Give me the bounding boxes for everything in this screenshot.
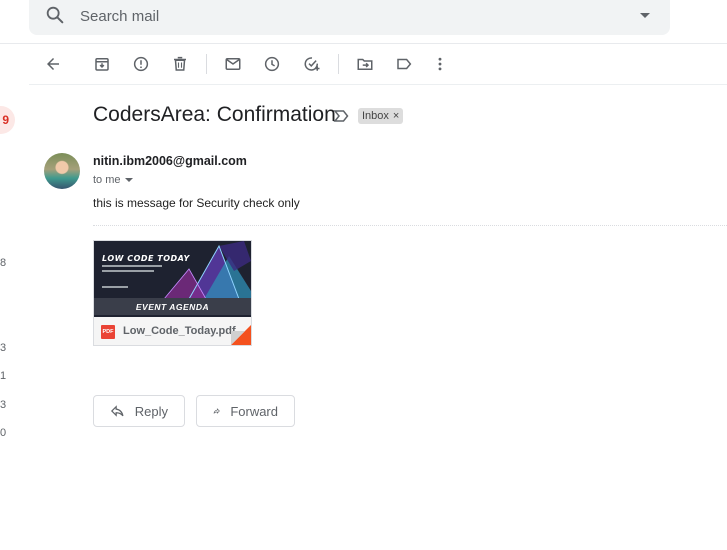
move-to-button[interactable]: [353, 52, 377, 76]
chevron-down-icon: [124, 178, 133, 182]
back-button[interactable]: [41, 52, 65, 76]
inbox-unread-count[interactable]: 9: [0, 106, 15, 134]
search-input[interactable]: Search mail: [80, 8, 159, 25]
mark-unread-button[interactable]: [221, 52, 245, 76]
attachment-card[interactable]: LOW CODE TODAY EVENT AGENDA PDF Low_Code…: [93, 240, 252, 346]
page-fold-icon: [231, 325, 251, 345]
delete-button[interactable]: [168, 52, 192, 76]
recipient-details-toggle[interactable]: to me: [93, 174, 134, 186]
reply-icon: [110, 405, 124, 417]
email-subject: CodersArea: Confirmation: [93, 103, 336, 126]
sender-email[interactable]: nitin.ibm2006@gmail.com: [93, 154, 247, 168]
search-icon[interactable]: [44, 4, 66, 26]
mark-unread-icon: [225, 58, 241, 70]
report-spam-icon: [133, 56, 149, 72]
toolbar-separator: [206, 54, 207, 74]
snooze-icon: [264, 56, 280, 72]
attachment-thumbnail: LOW CODE TODAY EVENT AGENDA: [94, 241, 251, 317]
add-to-tasks-button[interactable]: [300, 52, 324, 76]
labels-icon: [397, 58, 412, 70]
snooze-button[interactable]: [260, 52, 284, 76]
email-body: this is message for Security check only: [93, 196, 300, 210]
recipient-text: to me: [93, 174, 121, 186]
thumbnail-banner: EVENT AGENDA: [94, 298, 251, 315]
sidebar-count: 8: [0, 257, 7, 269]
more-options-button[interactable]: [428, 52, 452, 76]
label-chip-text: Inbox: [362, 110, 389, 122]
add-to-tasks-icon: [304, 57, 320, 71]
toolbar-separator: [338, 54, 339, 74]
reply-label: Reply: [134, 403, 168, 419]
importance-marker-icon[interactable]: [333, 108, 349, 124]
remove-label-icon[interactable]: ×: [393, 110, 399, 122]
search-options-dropdown-icon[interactable]: [637, 8, 653, 24]
sidebar-count: 3: [0, 342, 7, 354]
label-chip-inbox: Inbox ×: [358, 108, 404, 124]
archive-button[interactable]: [90, 52, 114, 76]
report-spam-button[interactable]: [129, 52, 153, 76]
pdf-icon: PDF: [101, 325, 115, 339]
thumbnail-title: LOW CODE TODAY: [102, 254, 190, 263]
labels-button[interactable]: [392, 52, 416, 76]
sidebar-count: 0: [0, 427, 7, 439]
forward-icon: [213, 408, 220, 414]
forward-button[interactable]: Forward: [196, 395, 295, 427]
avatar[interactable]: [44, 153, 80, 189]
attachment-filename: Low_Code_Today.pdf: [123, 325, 236, 337]
move-to-icon: [357, 58, 373, 70]
header-divider: [0, 43, 727, 44]
reply-button[interactable]: Reply: [93, 395, 185, 427]
sidebar-count: 1: [0, 370, 7, 382]
forward-label: Forward: [230, 403, 278, 419]
archive-icon: [95, 58, 109, 71]
sidebar-count: 3: [0, 399, 7, 411]
body-divider: [93, 225, 727, 226]
toolbar-divider: [29, 84, 727, 85]
more-vert-icon: [438, 57, 442, 71]
back-arrow-icon: [47, 58, 59, 70]
delete-icon: [174, 56, 186, 71]
